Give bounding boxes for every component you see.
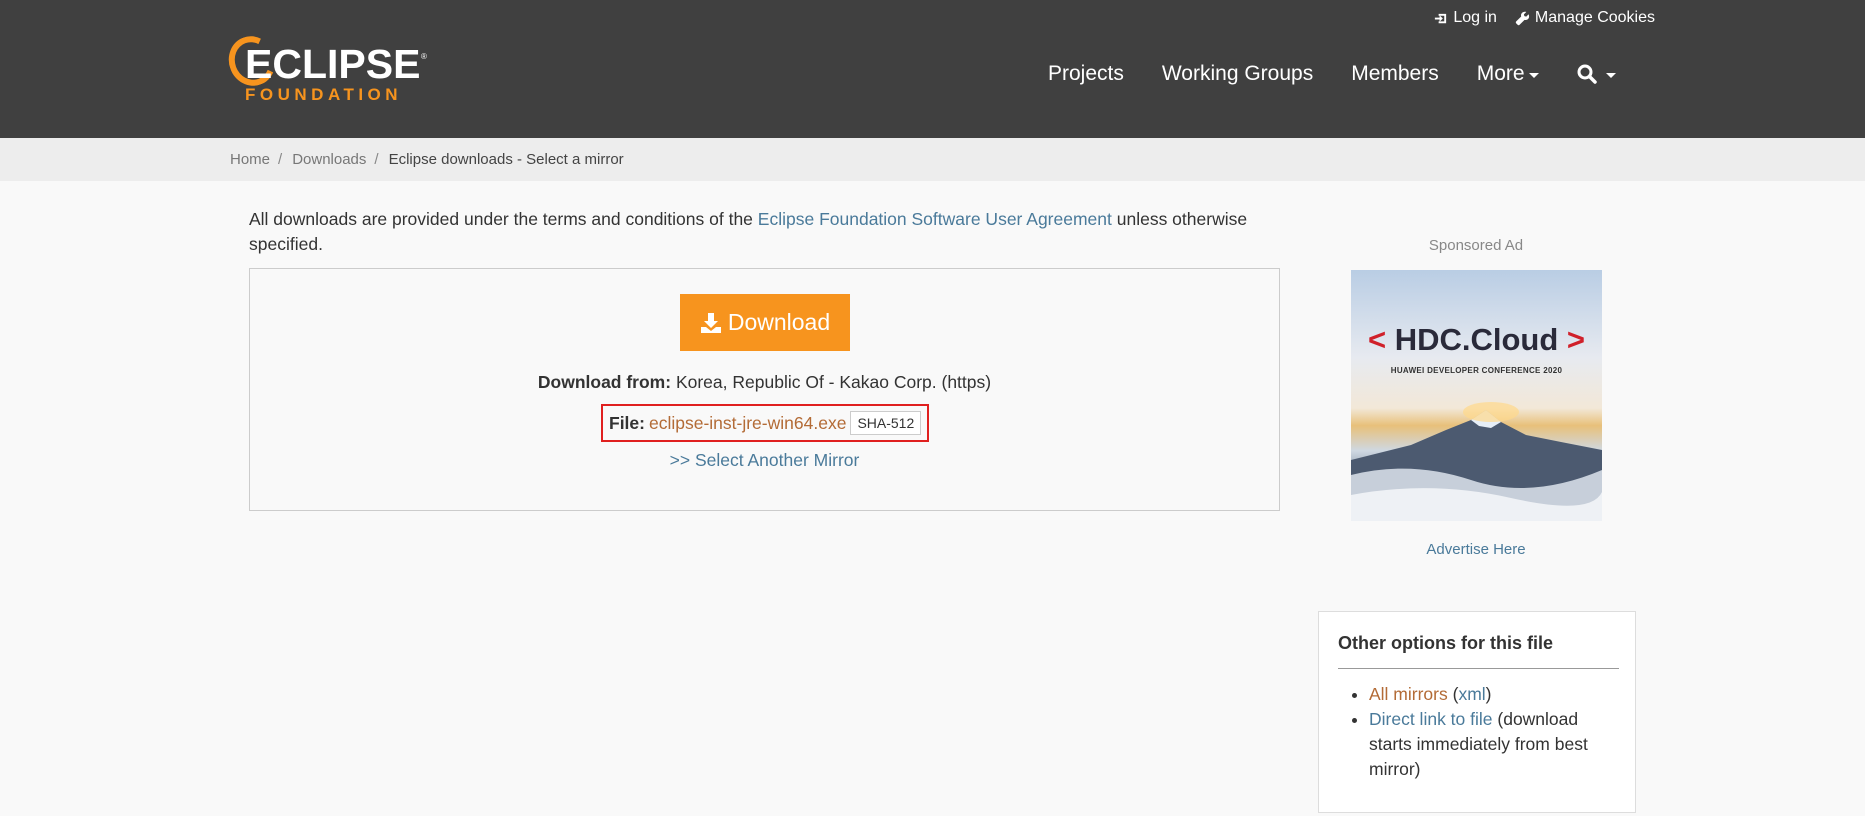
breadcrumb-downloads[interactable]: Downloads (292, 151, 366, 168)
logo-registered: ® (421, 52, 427, 61)
advertise-here-link[interactable]: Advertise Here (1351, 541, 1601, 558)
sha-512-button[interactable]: SHA-512 (850, 411, 922, 435)
download-button[interactable]: Download (680, 294, 850, 351)
mountain-graphic (1351, 402, 1602, 521)
download-from: Download from: Korea, Republic Of - Kaka… (250, 372, 1279, 393)
direct-link-to-file[interactable]: Direct link to file (1369, 709, 1493, 729)
caret-down-icon (1605, 72, 1616, 78)
login-label: Log in (1453, 9, 1497, 26)
breadcrumb-current: Eclipse downloads - Select a mirror (388, 151, 624, 168)
nav-more-label: More (1476, 62, 1525, 85)
terms-notice: All downloads are provided under the ter… (249, 207, 1269, 257)
wrench-icon (1515, 11, 1530, 25)
other-options-panel: Other options for this file All mirrors … (1318, 611, 1636, 813)
terms-text-before: All downloads are provided under the ter… (249, 209, 758, 229)
logo-subtitle: FOUNDATION (245, 85, 403, 104)
nav-working-groups[interactable]: Working Groups (1162, 62, 1313, 86)
ad-title: < HDC.Cloud > (1351, 322, 1602, 358)
ad-bracket-left: < (1367, 322, 1387, 357)
nav-more[interactable]: More (1477, 62, 1539, 86)
select-another-mirror-link[interactable]: >> Select Another Mirror (250, 450, 1279, 471)
nav-working-groups-label: Working Groups (1161, 62, 1314, 85)
download-button-label: Download (727, 309, 831, 335)
divider (1338, 668, 1619, 669)
xml-link[interactable]: xml (1458, 684, 1485, 704)
breadcrumb-separator: / (278, 151, 283, 168)
paren-open: ( (1447, 684, 1459, 704)
search-icon (1577, 64, 1597, 84)
nav-projects[interactable]: Projects (1048, 62, 1124, 86)
ad-bracket-right: > (1566, 322, 1586, 357)
list-item: Direct link to file (download starts imm… (1369, 707, 1619, 782)
manage-cookies-link[interactable]: Manage Cookies (1515, 9, 1655, 27)
nav-members-label: Members (1351, 62, 1439, 85)
ad-subtitle: HUAWEI DEVELOPER CONFERENCE 2020 (1390, 366, 1563, 375)
logo-wordmark: ECLIPSE (245, 41, 421, 87)
sponsored-ad-label: Sponsored Ad (1428, 237, 1524, 254)
ad-title-text: HDC.Cloud (1394, 322, 1559, 357)
sign-in-icon (1435, 13, 1447, 23)
nav-projects-label: Projects (1048, 62, 1124, 85)
breadcrumb-bar: Home / Downloads / Eclipse downloads - S… (0, 138, 1865, 181)
download-from-value: Korea, Republic Of - Kakao Corp. (https) (675, 372, 992, 392)
login-link[interactable]: Log in (1433, 9, 1497, 27)
caret-down-icon (1528, 72, 1539, 78)
file-info-highlight: File: eclipse-inst-jre-win64.exe SHA-512 (601, 404, 929, 442)
file-label: File: (609, 412, 645, 433)
eclipse-foundation-logo[interactable]: ECLIPSE ® FOUNDATION (221, 29, 434, 106)
options-list: All mirrors (xml) Direct link to file (d… (1369, 682, 1619, 782)
file-name-link[interactable]: eclipse-inst-jre-win64.exe (649, 413, 846, 434)
all-mirrors-link[interactable]: All mirrors (1369, 684, 1448, 704)
main-nav: Projects Working Groups Members More (1048, 62, 1616, 86)
list-item: All mirrors (xml) (1369, 682, 1619, 707)
manage-cookies-label: Manage Cookies (1534, 9, 1655, 26)
nav-members[interactable]: Members (1351, 62, 1439, 86)
top-links: Log in Manage Cookies (1433, 9, 1655, 27)
download-from-label: Download from: (537, 372, 672, 392)
user-agreement-link[interactable]: Eclipse Foundation Software User Agreeme… (758, 209, 1112, 229)
search-toggle[interactable] (1577, 64, 1616, 84)
sponsored-ad-banner[interactable]: < HDC.Cloud > HUAWEI DEVELOPER CONFERENC… (1351, 270, 1602, 521)
site-header: Log in Manage Cookies ECLIPSE ® FOUNDATI… (0, 0, 1865, 138)
download-box: Download Download from: Korea, Republic … (249, 268, 1280, 511)
download-icon (700, 312, 721, 333)
other-options-title: Other options for this file (1338, 633, 1553, 653)
breadcrumb-separator: / (374, 151, 379, 168)
breadcrumb: Home / Downloads / Eclipse downloads - S… (230, 151, 624, 168)
paren-close: ) (1485, 684, 1492, 704)
breadcrumb-home[interactable]: Home (230, 151, 270, 168)
